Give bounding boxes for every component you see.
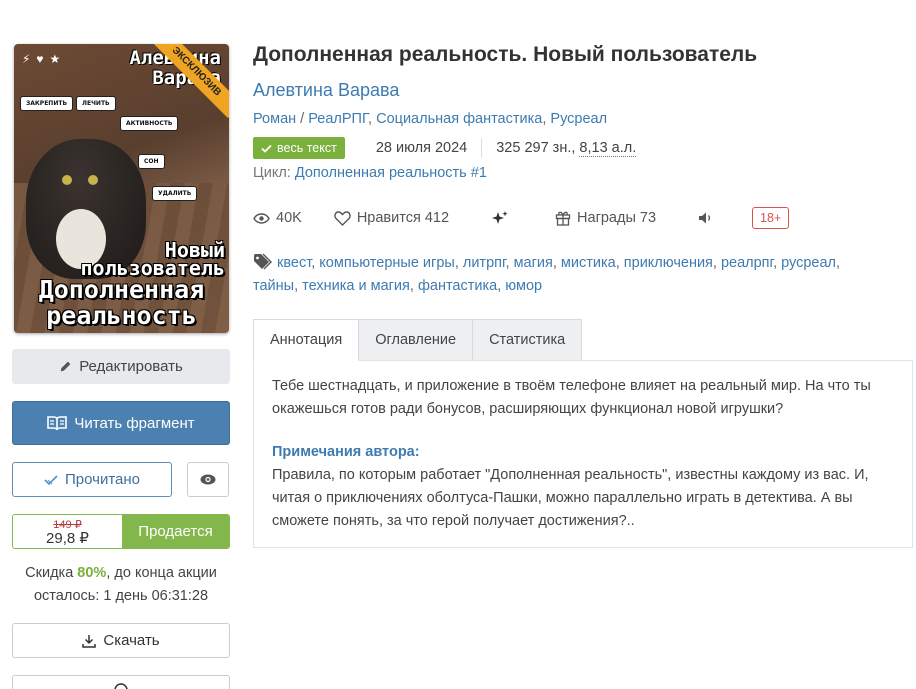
cover-title-line1: Новый пользователь bbox=[80, 238, 226, 280]
genre-link[interactable]: Русреал bbox=[550, 111, 607, 127]
cover-bubble: УДАЛИТЬ bbox=[152, 186, 198, 201]
search-icon bbox=[113, 682, 129, 689]
genre-link[interactable]: Роман bbox=[253, 111, 296, 127]
download-icon bbox=[82, 634, 97, 648]
price-values: 149 ₽ 29,8 ₽ bbox=[13, 515, 122, 548]
age-rating-badge: 18+ bbox=[752, 207, 790, 229]
mark-read-label: Прочитано bbox=[65, 471, 140, 488]
tag-link[interactable]: мистика bbox=[561, 255, 616, 271]
read-fragment-label: Читать фрагмент bbox=[74, 414, 195, 432]
tag-link[interactable]: квест bbox=[277, 255, 311, 271]
heart-icon bbox=[334, 210, 351, 226]
discount-remaining: осталось: 1 день 06:31:28 bbox=[33, 588, 209, 604]
discount-suffix: , до конца акции bbox=[106, 565, 217, 581]
sparkle-button[interactable] bbox=[491, 210, 509, 226]
stats-row: 40K Нравится 412 Награды 73 18+ bbox=[253, 207, 790, 229]
tab-annotation[interactable]: Аннотация bbox=[253, 319, 360, 361]
series-info: Цикл: Дополненная реальность #1 bbox=[253, 165, 487, 181]
annotation-panel: Тебе шестнадцать, и приложение в твоём т… bbox=[253, 360, 913, 548]
tag-link[interactable]: реалрпг bbox=[721, 255, 773, 271]
tag-link[interactable]: литрпг bbox=[463, 255, 506, 271]
speaker-icon bbox=[699, 212, 711, 224]
awards-label: Награды 73 bbox=[577, 210, 657, 226]
cover-bubble: ЛЕЧИТЬ bbox=[76, 96, 116, 111]
full-text-label: весь текст bbox=[277, 141, 337, 155]
author-notes-heading: Примечания автора: bbox=[272, 444, 420, 460]
audio-button[interactable] bbox=[698, 211, 714, 225]
check-icon bbox=[44, 474, 58, 486]
like-button[interactable]: Нравится 412 bbox=[334, 210, 449, 226]
tag-link[interactable]: юмор bbox=[505, 278, 542, 294]
tag-link[interactable]: русреал bbox=[781, 255, 836, 271]
tag-link[interactable]: тайны bbox=[253, 278, 294, 294]
edit-button[interactable]: Редактировать bbox=[12, 349, 230, 384]
buy-button[interactable]: Продается bbox=[122, 515, 229, 548]
full-text-badge: весь текст bbox=[253, 137, 345, 159]
download-button[interactable]: Скачать bbox=[12, 623, 230, 658]
tag-link[interactable]: приключения bbox=[624, 255, 713, 271]
price-buy-box[interactable]: 149 ₽ 29,8 ₽ Продается bbox=[12, 514, 230, 549]
tab-contents[interactable]: Оглавление bbox=[358, 319, 474, 361]
genre-list: Роман / РеалРПГ, Социальная фантастика, … bbox=[253, 111, 608, 127]
cover-icons: ⚡♥★ bbox=[22, 52, 67, 66]
tag-icon bbox=[254, 253, 272, 270]
publish-date: 28 июля 2024 bbox=[375, 140, 468, 156]
views-stat: 40K bbox=[253, 210, 302, 226]
cat-eye-right bbox=[88, 175, 98, 185]
likes-label: Нравится 412 bbox=[356, 210, 450, 226]
tab-statistics[interactable]: Статистика bbox=[472, 319, 583, 361]
tag-list: квест, компьютерные игры, литрпг, магия,… bbox=[253, 253, 841, 294]
views-count: 40K bbox=[276, 210, 302, 226]
tag-link[interactable]: техника и магия bbox=[302, 278, 410, 294]
cover-bubble: СОН bbox=[138, 154, 165, 169]
sparkle-icon bbox=[492, 211, 508, 224]
cat-eye-left bbox=[62, 175, 72, 185]
author-notes-text: Правила, по которым работает "Дополненна… bbox=[272, 467, 869, 529]
annotation-text: Тебе шестнадцать, и приложение в твоём т… bbox=[272, 378, 871, 417]
book-cover[interactable]: ⚡♥★ Алевтина Варава ЭКСКЛЮЗИВ ЗАКРЕПИТЬ … bbox=[14, 44, 229, 333]
tag-link[interactable]: компьютерные игры bbox=[319, 255, 455, 271]
tag-link[interactable]: фантастика bbox=[418, 278, 497, 294]
watch-button[interactable] bbox=[187, 462, 229, 497]
genre-link[interactable]: РеалРПГ bbox=[308, 111, 368, 127]
eye-icon bbox=[200, 474, 216, 485]
cover-title-line2: Дополненная реальность bbox=[38, 275, 205, 330]
cover-bubble: АКТИВНОСТЬ bbox=[120, 116, 179, 131]
gift-icon bbox=[555, 211, 571, 226]
book-tabs: Аннотация Оглавление Статистика bbox=[253, 319, 583, 361]
read-fragment-button[interactable]: Читать фрагмент bbox=[12, 401, 230, 445]
book-meta: весь текст 28 июля 2024 325 297 зн., 8,1… bbox=[253, 137, 637, 159]
download-label: Скачать bbox=[103, 632, 160, 649]
more-button-partial[interactable] bbox=[12, 675, 230, 689]
author-sheets: 8,13 а.л. bbox=[579, 139, 637, 157]
views-icon bbox=[253, 212, 270, 224]
pencil-icon bbox=[59, 360, 72, 373]
series-link[interactable]: Дополненная реальность #1 bbox=[295, 165, 487, 181]
check-icon bbox=[261, 144, 272, 153]
char-count: 325 297 зн., bbox=[496, 140, 576, 156]
discount-prefix: Скидка bbox=[25, 565, 78, 581]
cover-title: Новый пользователь Дополненная реальност… bbox=[18, 238, 226, 330]
tag-link[interactable]: магия bbox=[514, 255, 553, 271]
author-link[interactable]: Алевтина Варава bbox=[253, 80, 399, 101]
book-title: Дополненная реальность. Новый пользовате… bbox=[253, 43, 758, 66]
edit-button-label: Редактировать bbox=[79, 358, 183, 375]
new-price: 29,8 ₽ bbox=[46, 529, 89, 547]
genre-link[interactable]: Социальная фантастика bbox=[376, 111, 542, 127]
discount-value: 80% bbox=[77, 565, 107, 581]
awards-button[interactable]: Награды 73 bbox=[555, 210, 656, 226]
cover-bubble: ЗАКРЕПИТЬ bbox=[20, 96, 74, 111]
book-open-icon bbox=[47, 415, 68, 431]
mark-read-button[interactable]: Прочитано bbox=[12, 462, 172, 497]
discount-info: Скидка 80%, до конца акции осталось: 1 д… bbox=[12, 562, 230, 608]
series-label: Цикл: bbox=[253, 165, 291, 181]
